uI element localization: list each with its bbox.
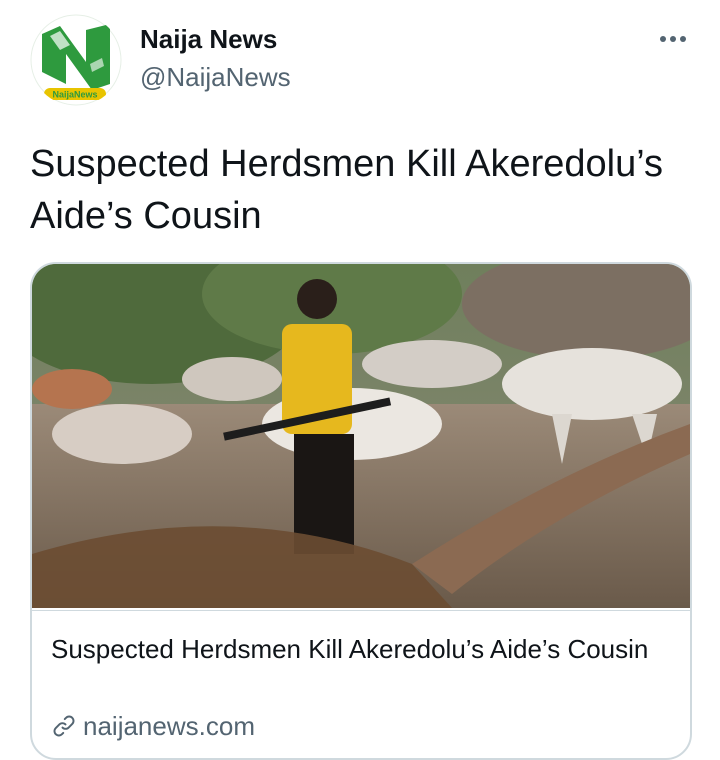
card-title[interactable]: Suspected Herdsmen Kill Akeredolu’s Aide… [51, 631, 651, 667]
avatar-logo-text: NaijaNews [52, 90, 97, 100]
card-link[interactable]: naijanews.com [51, 711, 255, 741]
card-image [32, 264, 690, 608]
naija-news-logo-icon: NaijaNews [30, 14, 122, 106]
avatar[interactable]: NaijaNews [30, 14, 122, 106]
more-options-button[interactable] [658, 26, 688, 52]
link-icon [53, 715, 75, 737]
author-name[interactable]: Naija News [140, 24, 277, 54]
author-handle[interactable]: @NaijaNews [140, 62, 291, 92]
card-domain[interactable]: naijanews.com [83, 711, 255, 741]
more-horizontal-icon [660, 36, 686, 42]
card-body[interactable]: Suspected Herdsmen Kill Akeredolu’s Aide… [32, 610, 690, 758]
link-preview-card[interactable]: Suspected Herdsmen Kill Akeredolu’s Aide… [30, 262, 692, 760]
tweet-text: Suspected Herdsmen Kill Akeredolu’s Aide… [30, 143, 663, 237]
